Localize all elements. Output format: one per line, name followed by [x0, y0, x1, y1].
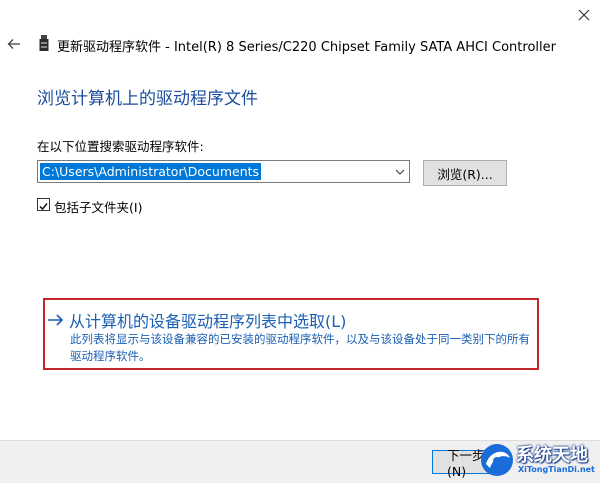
close-button[interactable] [568, 0, 600, 30]
search-location-label: 在以下位置搜索驱动程序软件: [37, 139, 204, 154]
include-subfolders-checkbox[interactable] [37, 198, 50, 211]
watermark-url: XiTongTianDi.net [518, 465, 595, 474]
browse-button[interactable]: 浏览(R)... [423, 160, 507, 186]
back-button[interactable] [5, 34, 23, 54]
page-heading: 浏览计算机上的驱动程序文件 [37, 89, 258, 109]
include-subfolders-label[interactable]: 包括子文件夹(I) [54, 197, 142, 216]
close-icon [578, 9, 590, 21]
back-arrow-icon [7, 39, 20, 49]
checkmark-icon [39, 203, 48, 211]
chevron-down-icon [395, 169, 405, 175]
window-title: 更新驱动程序软件 - Intel(R) 8 Series/C220 Chipse… [57, 40, 556, 55]
watermark-logo-icon [481, 444, 513, 476]
arrow-right-icon [48, 314, 64, 326]
dropdown-button[interactable] [391, 161, 409, 182]
pick-from-list-link[interactable]: 从计算机的设备驱动程序列表中选取(L) [69, 308, 346, 332]
pick-from-list-description: 此列表将显示与该设备兼容的已安装的驱动程序软件，以及与该设备处于同一类别下的所有… [70, 332, 530, 363]
watermark-name: 系统天地 [516, 445, 588, 466]
path-input-value[interactable]: C:\Users\Administrator\Documents [40, 163, 262, 180]
path-combobox[interactable]: C:\Users\Administrator\Documents [37, 160, 410, 183]
device-icon [39, 35, 49, 51]
watermark: 系统天地 XiTongTianDi.net [478, 438, 600, 482]
